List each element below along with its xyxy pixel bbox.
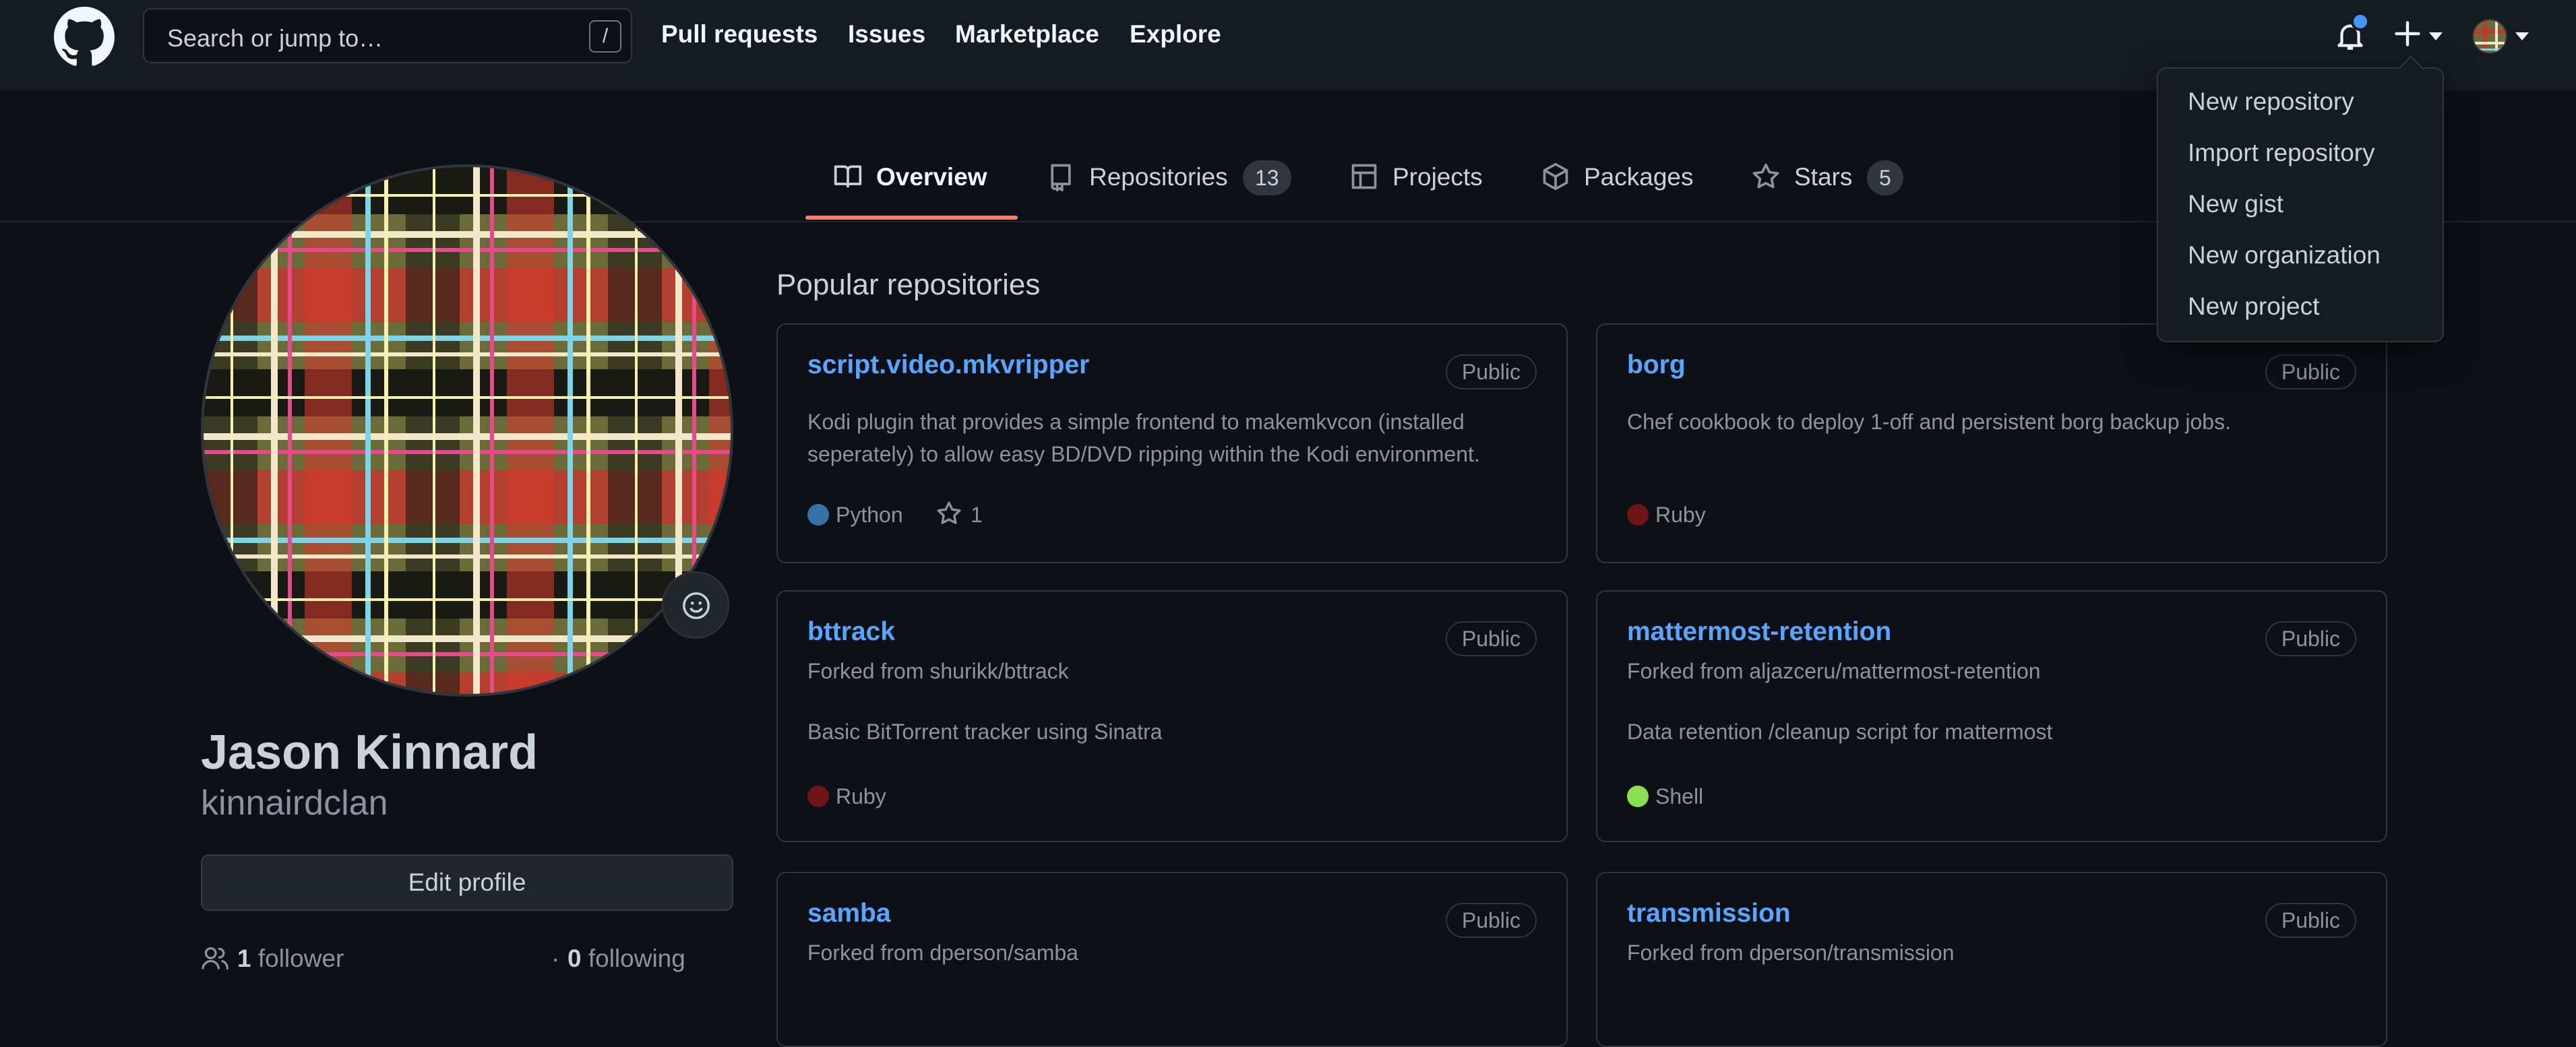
github-logo-icon[interactable]: [54, 7, 115, 67]
forked-from-text[interactable]: Forked from dperson/samba: [807, 941, 1078, 965]
repo-card: mattermost-retention Public Forked from …: [1596, 590, 2387, 842]
visibility-badge: Public: [2265, 903, 2356, 938]
profile-username: kinnairdclan: [201, 784, 388, 823]
user-menu-avatar[interactable]: [2472, 19, 2507, 54]
search-shortcut-key: /: [589, 20, 621, 53]
language-color-dot: [1627, 786, 1649, 807]
menu-new-gist[interactable]: New gist: [2188, 190, 2283, 218]
following-count: 0: [568, 945, 582, 972]
tab-packages[interactable]: Packages: [1541, 159, 1703, 221]
language-color-dot: [807, 504, 829, 526]
repo-card: samba Public Forked from dperson/samba: [776, 872, 1568, 1047]
repo-description: Chef cookbook to deploy 1-off and persis…: [1627, 410, 2231, 434]
tab-overview-label: Overview: [876, 163, 987, 191]
following-label: following: [588, 945, 685, 972]
repo-name-link[interactable]: mattermost-retention: [1627, 617, 1891, 647]
following-link[interactable]: 0 following: [568, 945, 685, 973]
followers-count: 1: [237, 945, 251, 972]
book-icon: [834, 165, 862, 188]
repo-meta: Python 1: [807, 501, 1077, 528]
visibility-badge: Public: [1445, 903, 1537, 938]
set-status-button[interactable]: [662, 571, 729, 639]
language-color-dot: [807, 786, 829, 807]
tab-repositories[interactable]: Repositories 13: [1046, 159, 1295, 221]
repo-name-link[interactable]: borg: [1627, 350, 1686, 380]
menu-import-repository[interactable]: Import repository: [2188, 139, 2375, 167]
search-placeholder: Search or jump to…: [167, 24, 384, 52]
repo-name-link[interactable]: transmission: [1627, 899, 1791, 928]
menu-new-repository[interactable]: New repository: [2188, 88, 2354, 116]
repo-card: bttrack Public Forked from shurikk/bttra…: [776, 590, 1568, 842]
smiley-icon: [683, 592, 710, 619]
repo-icon: [1051, 164, 1071, 191]
forked-from-text[interactable]: Forked from aljazceru/mattermost-retenti…: [1627, 659, 2041, 684]
repo-meta: Ruby: [807, 783, 1010, 810]
nav-explore[interactable]: Explore: [1130, 20, 1221, 49]
search-input[interactable]: Search or jump to… /: [143, 8, 632, 63]
repo-description: Kodi plugin that provides a simple front…: [807, 410, 1480, 466]
profile-full-name: Jason Kinnard: [201, 726, 539, 780]
visibility-badge: Public: [1445, 621, 1537, 656]
tab-projects-label: Projects: [1392, 163, 1483, 191]
popular-repositories-heading: Popular repositories: [776, 268, 1041, 301]
repo-language: Python: [836, 503, 903, 527]
tab-stars-label: Stars: [1794, 163, 1853, 191]
package-icon: [1543, 162, 1568, 191]
repo-card: script.video.mkvripper Public Kodi plugi…: [776, 323, 1568, 563]
menu-new-organization[interactable]: New organization: [2188, 241, 2381, 269]
repo-description: Data retention /cleanup script for matte…: [1627, 720, 2053, 744]
repo-meta: Ruby: [1627, 501, 1829, 528]
profile-avatar[interactable]: [201, 164, 733, 697]
visibility-badge: Public: [2265, 621, 2356, 656]
create-menu-caret-icon[interactable]: [2429, 32, 2443, 40]
repo-language: Shell: [1655, 784, 1704, 808]
stars-count-badge: 5: [1867, 160, 1903, 195]
visibility-badge: Public: [2265, 354, 2356, 389]
repo-card: transmission Public Forked from dperson/…: [1596, 872, 2387, 1047]
user-menu-caret-icon[interactable]: [2515, 32, 2529, 40]
table-icon: [1351, 164, 1377, 189]
menu-new-project[interactable]: New project: [2188, 292, 2319, 321]
visibility-badge: Public: [1445, 354, 1537, 389]
notification-indicator: [2351, 12, 2370, 31]
active-tab-indicator: [805, 216, 1018, 220]
repo-language: Ruby: [1655, 503, 1706, 527]
repo-description: Basic BitTorrent tracker using Sinatra: [807, 720, 1163, 744]
star-icon: [1752, 163, 1779, 189]
repo-name-link[interactable]: bttrack: [807, 617, 895, 647]
followers-link[interactable]: 1 follower: [237, 945, 344, 973]
tab-overview[interactable]: Overview: [833, 159, 1008, 221]
repo-name-link[interactable]: script.video.mkvripper: [807, 350, 1089, 380]
repo-name-link[interactable]: samba: [807, 899, 891, 928]
plus-icon[interactable]: [2393, 19, 2422, 49]
forked-from-text[interactable]: Forked from dperson/transmission: [1627, 941, 1955, 965]
forked-from-text[interactable]: Forked from shurikk/bttrack: [807, 659, 1069, 684]
nav-marketplace[interactable]: Marketplace: [955, 20, 1099, 49]
repo-card: borg Public Chef cookbook to deploy 1-of…: [1596, 323, 2387, 563]
nav-issues[interactable]: Issues: [848, 20, 925, 49]
tab-projects[interactable]: Projects: [1349, 159, 1498, 221]
edit-profile-button[interactable]: Edit profile: [201, 854, 733, 911]
people-icon: [202, 947, 228, 970]
repositories-count-badge: 13: [1243, 160, 1291, 195]
stargazers-star-icon[interactable]: [936, 500, 962, 527]
nav-pull-requests[interactable]: Pull requests: [661, 20, 818, 49]
create-new-menu: New repository Import repository New gis…: [2157, 67, 2444, 342]
tab-repositories-label: Repositories: [1089, 163, 1228, 191]
follow-separator: ·: [551, 945, 560, 972]
tab-packages-label: Packages: [1584, 163, 1694, 191]
language-color-dot: [1627, 504, 1649, 526]
repo-meta: Shell: [1627, 783, 1829, 810]
tab-stars[interactable]: Stars 5: [1751, 159, 1913, 221]
followers-label: follower: [257, 945, 344, 972]
repo-star-count[interactable]: 1: [971, 503, 983, 528]
repo-language: Ruby: [836, 784, 886, 808]
